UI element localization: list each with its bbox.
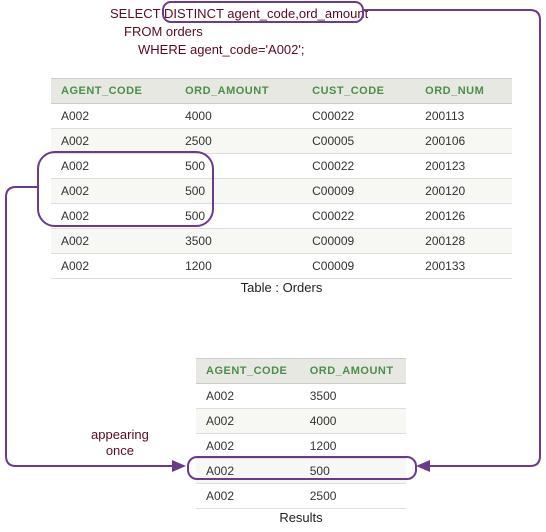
results-header-agent-code: AGENT_CODE xyxy=(196,359,300,384)
orders-header-ord-num: ORD_NUM xyxy=(415,79,512,104)
sql-line-1: SELECT DISTINCT agent_code,ord_amount xyxy=(110,5,368,23)
table-row: A002500C00022200126 xyxy=(51,204,512,229)
table-row: A0022500 xyxy=(196,484,406,509)
sql-line-3: WHERE agent_code='A002'; xyxy=(138,41,368,59)
table-row: A0023500 xyxy=(196,384,406,409)
table-row: A002500C00009200120 xyxy=(51,179,512,204)
orders-table: AGENT_CODE ORD_AMOUNT CUST_CODE ORD_NUM … xyxy=(51,78,512,279)
table-row: A0024000C00022200113 xyxy=(51,104,512,129)
table-row: A0021200C00009200133 xyxy=(51,254,512,279)
table-row: A0021200 xyxy=(196,434,406,459)
results-header-row: AGENT_CODE ORD_AMOUNT xyxy=(196,359,406,384)
orders-header-ord-amount: ORD_AMOUNT xyxy=(175,79,302,104)
sql-query: SELECT DISTINCT agent_code,ord_amount FR… xyxy=(110,5,368,60)
appearing-once-label: appearing once xyxy=(91,427,149,458)
table-row: A0022500C00005200106 xyxy=(51,129,512,154)
orders-header-row: AGENT_CODE ORD_AMOUNT CUST_CODE ORD_NUM xyxy=(51,79,512,104)
appearing-once-line1: appearing xyxy=(91,427,149,443)
orders-header-cust-code: CUST_CODE xyxy=(302,79,415,104)
appearing-once-line2: once xyxy=(91,443,149,459)
orders-header-agent-code: AGENT_CODE xyxy=(51,79,175,104)
sql-line-2: FROM orders xyxy=(124,23,368,41)
table-row: A002500 xyxy=(196,459,406,484)
table-row: A002500C00022200123 xyxy=(51,154,512,179)
sql-distinct-clause: DISTINCT agent_code,ord_amount xyxy=(164,6,368,21)
orders-caption: Table : Orders xyxy=(51,280,512,295)
table-row: A0024000 xyxy=(196,409,406,434)
results-table: AGENT_CODE ORD_AMOUNT A0023500 A0024000 … xyxy=(196,358,406,509)
table-row: A0023500C00009200128 xyxy=(51,229,512,254)
results-caption: Results xyxy=(196,510,406,525)
results-header-ord-amount: ORD_AMOUNT xyxy=(300,359,406,384)
sql-select: SELECT xyxy=(110,6,164,21)
